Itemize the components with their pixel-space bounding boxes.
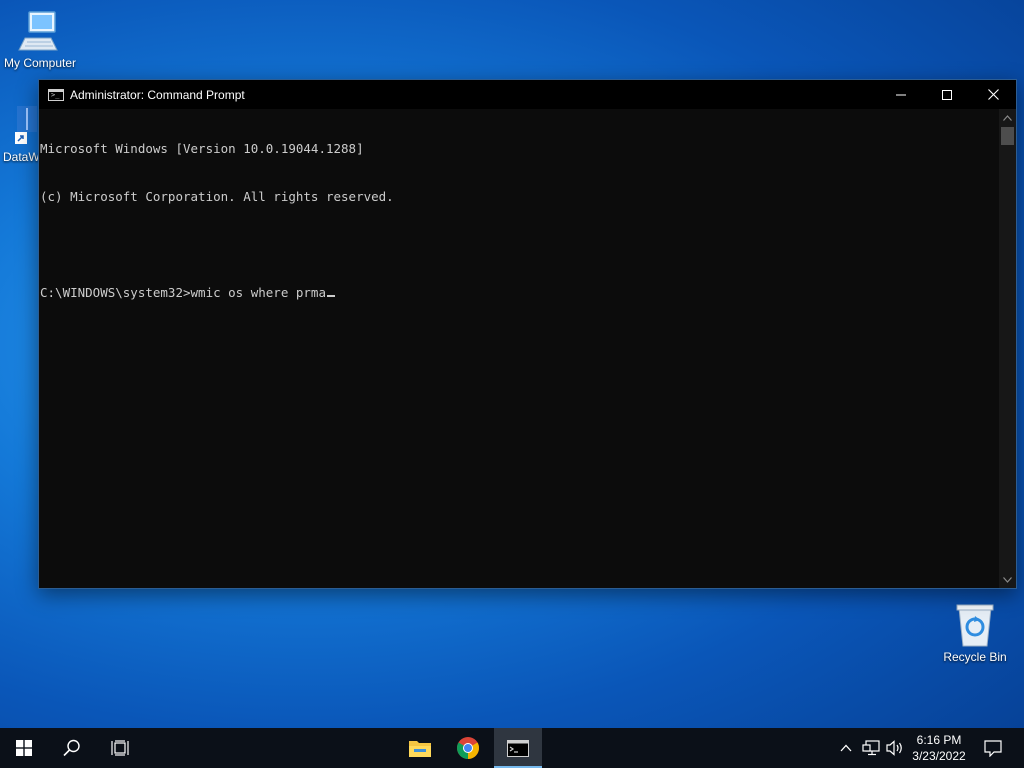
window-title: Administrator: Command Prompt <box>70 87 245 102</box>
desktop-icon-label: DataW <box>3 150 40 164</box>
start-button[interactable] <box>0 728 48 768</box>
taskbar: 6:16 PM 3/23/2022 <box>0 728 1024 768</box>
search-button[interactable] <box>48 728 96 768</box>
chevron-up-icon <box>1003 114 1012 121</box>
console-input-line[interactable]: C:\WINDOWS\system32>wmic os where prma <box>40 285 1000 301</box>
chevron-down-icon <box>1003 576 1012 583</box>
scroll-down-button[interactable] <box>999 571 1016 588</box>
window-titlebar[interactable]: Administrator: Command Prompt <box>39 80 1016 109</box>
system-clock[interactable]: 6:16 PM 3/23/2022 <box>904 728 974 768</box>
minimize-icon <box>896 94 906 95</box>
close-icon <box>987 89 999 100</box>
desktop-icon-dataw[interactable]: DataW <box>0 104 40 164</box>
search-icon <box>63 739 80 757</box>
command-prompt-window[interactable]: Administrator: Command Prompt Microsoft … <box>38 79 1017 589</box>
scroll-up-button[interactable] <box>999 109 1016 126</box>
cmd-icon <box>48 88 64 101</box>
vertical-scrollbar[interactable] <box>999 109 1016 588</box>
volume-icon <box>886 740 902 756</box>
notification-icon <box>984 739 1002 757</box>
desktop-icon-label: My Computer <box>3 56 77 70</box>
scrollbar-thumb[interactable] <box>1001 127 1014 145</box>
desktop-icon-my-computer[interactable]: My Computer <box>0 8 80 70</box>
cmd-icon <box>507 739 529 757</box>
clock-date: 3/23/2022 <box>912 749 966 763</box>
task-view-button[interactable] <box>96 728 144 768</box>
windows-start-icon <box>16 740 32 756</box>
taskbar-command-prompt[interactable] <box>494 728 542 768</box>
taskbar-chrome[interactable] <box>444 728 492 768</box>
task-view-icon <box>111 740 129 756</box>
maximize-button[interactable] <box>924 80 970 109</box>
taskbar-file-explorer[interactable] <box>396 728 444 768</box>
text-cursor <box>326 295 335 297</box>
network-button[interactable] <box>860 728 882 768</box>
maximize-icon <box>942 89 952 100</box>
console-command-text: C:\WINDOWS\system32>wmic os where prma <box>40 285 326 300</box>
show-hidden-icons-button[interactable] <box>836 728 856 768</box>
notification-button[interactable] <box>978 728 1008 768</box>
desktop-icon-recycle-bin[interactable]: Recycle Bin <box>935 602 1015 664</box>
console-line: (c) Microsoft Corporation. All rights re… <box>40 189 394 204</box>
recycle-bin-icon <box>956 604 994 647</box>
chevron-up-icon <box>840 744 852 752</box>
close-button[interactable] <box>970 80 1016 109</box>
file-explorer-icon <box>409 741 431 757</box>
clock-time: 6:16 PM <box>916 733 962 747</box>
console-output[interactable]: Microsoft Windows [Version 10.0.19044.12… <box>39 109 1000 588</box>
console-line: Microsoft Windows [Version 10.0.19044.12… <box>40 141 364 156</box>
computer-icon <box>18 11 58 51</box>
network-icon <box>862 740 880 756</box>
desktop-icon-label: Recycle Bin <box>943 650 1007 664</box>
minimize-button[interactable] <box>878 80 924 109</box>
volume-button[interactable] <box>884 728 906 768</box>
chrome-icon <box>457 737 479 759</box>
